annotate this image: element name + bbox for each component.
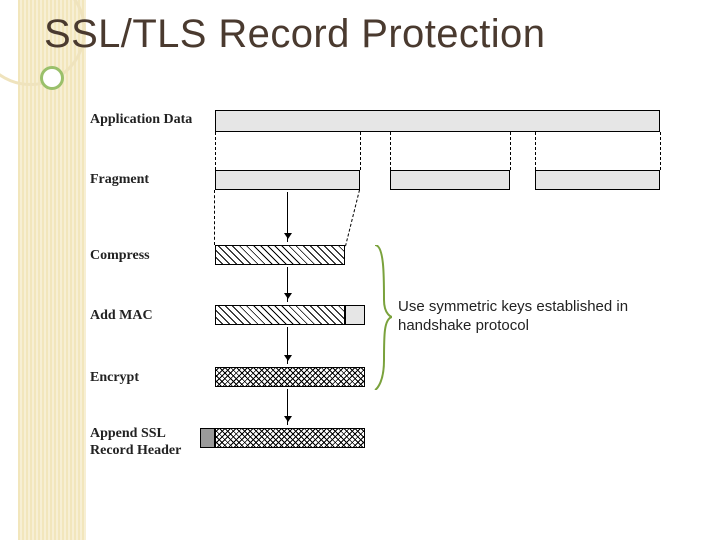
encrypt-box: [215, 367, 365, 387]
mac-tag-box: [345, 305, 365, 325]
brace-icon: [372, 245, 392, 390]
ornament-ring-small: [40, 66, 64, 90]
fragment-dash-1: [360, 132, 361, 170]
fragment-box-1: [215, 170, 360, 190]
fragment-box-2: [390, 170, 510, 190]
fragment-dash-4: [535, 132, 536, 170]
step-label-append-header-line1: Append SSL: [90, 426, 166, 441]
application-data-box: [215, 110, 660, 132]
compress-box: [215, 245, 345, 265]
step-label-compress: Compress: [90, 248, 210, 264]
step-label-add-mac: Add MAC: [90, 308, 210, 324]
annotation-symmetric-keys: Use symmetric keys established in handsh…: [398, 298, 668, 336]
arrow-encrypt-to-header: [287, 389, 288, 425]
compress-slant-right: [345, 190, 360, 247]
arrow-compress-to-mac: [287, 267, 288, 302]
step-label-application-data: Application Data: [90, 112, 210, 128]
step-label-append-header-line2: Record Header: [90, 443, 181, 458]
ornament-band: [18, 0, 86, 540]
arrow-mac-to-encrypt: [287, 327, 288, 364]
diagram: Application Data Fragment Compress Add M…: [90, 110, 690, 490]
record-header-box: [200, 428, 215, 448]
compress-slant-left: [214, 190, 215, 245]
arrow-fragment-to-compress: [287, 192, 288, 242]
fragment-dash-5: [660, 132, 661, 170]
fragment-dash-2: [390, 132, 391, 170]
step-label-append-header: Append SSL Record Header: [90, 426, 210, 460]
fragment-dash-0: [215, 132, 216, 170]
slide-title: SSL/TLS Record Protection: [44, 12, 545, 57]
step-label-encrypt: Encrypt: [90, 370, 210, 386]
fragment-box-3: [535, 170, 660, 190]
slide: SSL/TLS Record Protection Application Da…: [0, 0, 720, 540]
step-label-fragment: Fragment: [90, 172, 210, 188]
fragment-dash-3: [510, 132, 511, 170]
mac-data-box: [215, 305, 345, 325]
record-payload-box: [215, 428, 365, 448]
